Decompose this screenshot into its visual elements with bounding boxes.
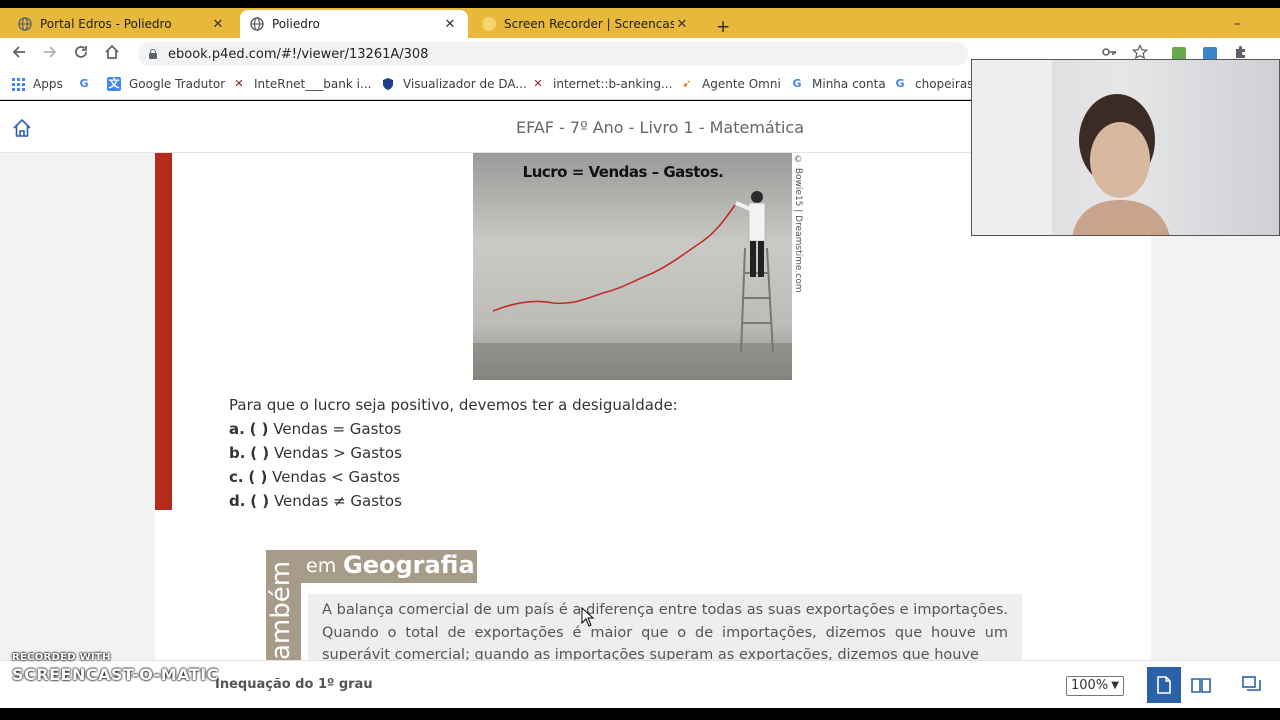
bookmark-google-tradutor[interactable]: 文 Google Tradutor [107, 77, 225, 91]
apps-grid-icon [12, 77, 25, 91]
close-icon[interactable]: ✕ [674, 17, 690, 32]
reload-icon [75, 46, 87, 58]
minimize-icon[interactable]: – [1234, 16, 1241, 32]
x-bookmark-icon: ✕ [533, 77, 543, 90]
omni-icon: ➹ [682, 77, 692, 90]
globe-icon [18, 17, 32, 31]
screencast-watermark: RECORDED WITH SCREENCAST-O-MATIC [12, 652, 219, 684]
bookmark-apps[interactable]: Apps [12, 77, 63, 91]
back-button[interactable] [9, 44, 29, 64]
tab-title: Poliedro [272, 17, 320, 31]
tag-em-text: em [306, 555, 337, 577]
screen-top-border [0, 0, 1280, 8]
lock-icon [148, 49, 158, 59]
tag-vertical-text: ambém [266, 560, 296, 660]
url-text: ebook.p4ed.com/#!/viewer/13261A/308 [168, 46, 429, 62]
thumbnails-icon [1242, 676, 1261, 691]
close-icon[interactable]: ✕ [442, 17, 458, 32]
tab-screencast[interactable]: Screen Recorder | Screencast-O- ✕ [472, 10, 700, 38]
geography-box-text: A balança comercial de um país é a difer… [308, 594, 1022, 660]
option-c[interactable]: c. ( ) Vendas < Gastos [229, 468, 400, 486]
google-icon: G [895, 77, 905, 90]
bookmark-minha-conta[interactable]: G Minha conta [790, 77, 885, 91]
open-book-icon [1191, 678, 1211, 693]
screencast-icon [482, 17, 496, 31]
thumbnails-view-button[interactable] [1235, 667, 1269, 703]
tab-title: Portal Edros - Poliedro [40, 17, 172, 31]
bookmark-agente-omni[interactable]: ➹ Agente Omni [680, 77, 780, 91]
translate-icon: 文 [107, 77, 121, 91]
reload-button[interactable] [71, 44, 91, 64]
bookmark-internet-banking[interactable]: ✕ internet::b-anking... [531, 77, 672, 91]
zoom-select[interactable]: 100% ▼ [1066, 676, 1124, 696]
presenter-video [972, 60, 1170, 235]
chevron-down-icon: ▼ [1111, 680, 1119, 691]
profit-line-drawing [473, 191, 792, 380]
shield-icon [381, 77, 395, 91]
bookmark-internet-bank[interactable]: ✕ InteRnet___bank i... [232, 77, 371, 91]
bookmark-visualizador[interactable]: Visualizador de DA... [381, 77, 527, 91]
close-icon[interactable]: ✕ [210, 17, 226, 32]
arrow-left-icon [12, 46, 25, 58]
new-tab-button[interactable]: + [716, 17, 730, 37]
house-icon [105, 44, 119, 59]
single-page-icon [1157, 676, 1171, 694]
option-a[interactable]: a. ( ) Vendas = Gastos [229, 420, 401, 438]
tab-title: Screen Recorder | Screencast-O- [504, 17, 674, 31]
globe-icon [250, 17, 264, 31]
option-d[interactable]: d. ( ) Vendas ≠ Gastos [229, 492, 402, 510]
profit-chart-photo: Lucro = Vendas – Gastos. [473, 153, 792, 380]
forward-button[interactable] [40, 44, 60, 64]
tab-portal-edros[interactable]: Portal Edros - Poliedro ✕ [8, 10, 236, 38]
browser-tab-strip: Portal Edros - Poliedro ✕ Poliedro ✕ Scr… [0, 8, 1280, 38]
webcam-overlay [971, 59, 1280, 236]
section-accent-bar [155, 153, 172, 510]
option-b[interactable]: b. ( ) Vendas > Gastos [229, 444, 402, 462]
question-text: Para que o lucro seja positivo, devemos … [229, 396, 678, 414]
chapter-title[interactable]: Inequação do 1º grau [215, 677, 373, 692]
single-page-view-button[interactable] [1147, 667, 1181, 703]
google-icon: G [792, 77, 802, 90]
tag-subject-heading: Geografia [343, 551, 475, 579]
home-button[interactable] [102, 44, 122, 64]
x-bookmark-icon: ✕ [234, 77, 244, 90]
image-credit: © Bowie15 | Dreamstime.com [793, 155, 803, 293]
tab-poliedro[interactable]: Poliedro ✕ [240, 10, 468, 38]
bookmark-google[interactable]: G [77, 77, 99, 91]
arrow-right-icon [44, 46, 57, 58]
screen-bottom-border [0, 708, 1280, 720]
double-page-view-button[interactable] [1184, 667, 1218, 703]
mouse-cursor-icon [581, 606, 595, 631]
google-icon: G [79, 77, 89, 90]
zoom-value: 100% [1071, 678, 1109, 693]
address-bar[interactable]: ebook.p4ed.com/#!/viewer/13261A/308 [138, 42, 968, 66]
